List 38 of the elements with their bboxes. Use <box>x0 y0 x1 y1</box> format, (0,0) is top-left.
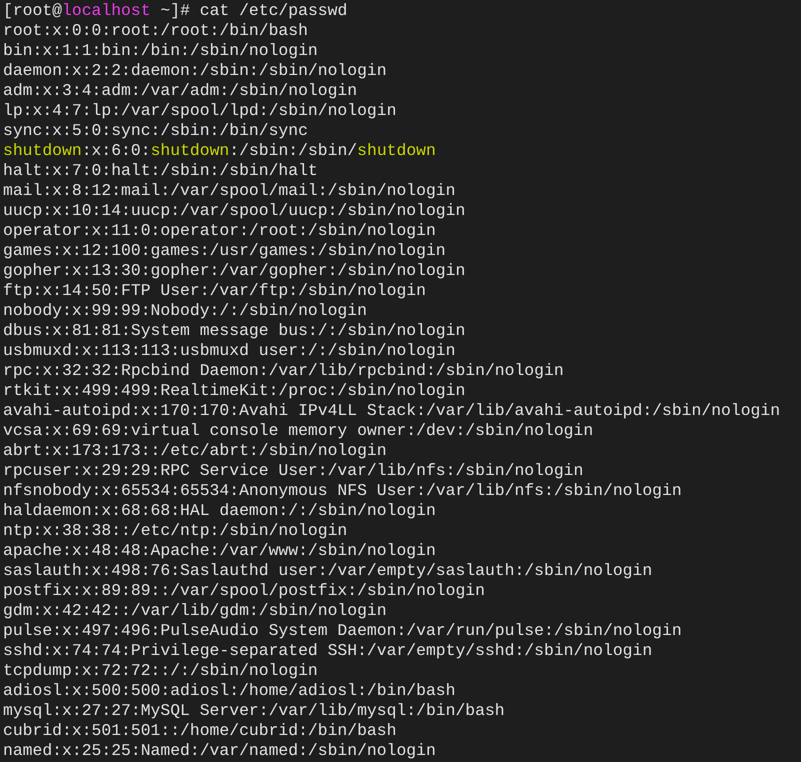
terminal-line: tcpdump:x:72:72::/:/sbin/nologin <box>3 661 318 681</box>
terminal-line: rpcuser:x:29:29:RPC Service User:/var/lib/nfs:/sbin/nologin <box>3 461 584 481</box>
terminal-line: root:x:0:0:root:/root:/bin/bash <box>3 21 308 41</box>
terminal-line: lp:x:4:7:lp:/var/spool/lpd:/sbin/nologin <box>3 101 396 121</box>
terminal-line: postfix:x:89:89::/var/spool/postfix:/sbin/nologin <box>3 581 485 601</box>
terminal-line: nobody:x:99:99:Nobody:/:/sbin/nologin <box>3 301 367 321</box>
terminal-line: adm:x:3:4:adm:/var/adm:/sbin/nologin <box>3 81 358 101</box>
terminal-line: named:x:25:25:Named:/var/named:/sbin/nologin <box>3 741 436 761</box>
terminal-line: rtkit:x:499:499:RealtimeKit:/proc:/sbin/nologin <box>3 381 466 401</box>
terminal-line: pulse:x:497:496:PulseAudio System Daemon:/var/run/pulse:/sbin/nologin <box>3 621 682 641</box>
terminal-line: sshd:x:74:74:Privilege-separated SSH:/var/empty/sshd:/sbin/nologin <box>3 641 652 661</box>
terminal-line: ftp:x:14:50:FTP User:/var/ftp:/sbin/nologin <box>3 281 426 301</box>
terminal-line: abrt:x:173:173::/etc/abrt:/sbin/nologin <box>3 441 387 461</box>
terminal-line: uucp:x:10:14:uucp:/var/spool/uucp:/sbin/nologin <box>3 201 466 221</box>
terminal-line: mysql:x:27:27:MySQL Server:/var/lib/mysql:/bin/bash <box>3 701 505 721</box>
terminal-line: [root@localhost ~]# cat /etc/passwd <box>3 1 348 21</box>
terminal-line: rpc:x:32:32:Rpcbind Daemon:/var/lib/rpcbind:/sbin/nologin <box>3 361 564 381</box>
terminal-line: bin:x:1:1:bin:/bin:/sbin/nologin <box>3 41 318 61</box>
terminal-line: mail:x:8:12:mail:/var/spool/mail:/sbin/nologin <box>3 181 456 201</box>
terminal-line: operator:x:11:0:operator:/root:/sbin/nologin <box>3 221 436 241</box>
terminal-line: avahi-autoipd:x:170:170:Avahi IPv4LL Stack:/var/lib/avahi-autoipd:/sbin/nologin <box>3 401 780 421</box>
terminal-line: cubrid:x:501:501::/home/cubrid:/bin/bash <box>3 721 396 741</box>
terminal-line: usbmuxd:x:113:113:usbmuxd user:/:/sbin/nologin <box>3 341 456 361</box>
terminal-line: sync:x:5:0:sync:/sbin:/bin/sync <box>3 121 308 141</box>
terminal-line: haldaemon:x:68:68:HAL daemon:/:/sbin/nologin <box>3 501 436 521</box>
terminal-line: gopher:x:13:30:gopher:/var/gopher:/sbin/nologin <box>3 261 466 281</box>
terminal-line: nfsnobody:x:65534:65534:Anonymous NFS User:/var/lib/nfs:/sbin/nologin <box>3 481 682 501</box>
terminal-line: apache:x:48:48:Apache:/var/www:/sbin/nologin <box>3 541 436 561</box>
terminal-line: games:x:12:100:games:/usr/games:/sbin/nologin <box>3 241 446 261</box>
terminal-line: daemon:x:2:2:daemon:/sbin:/sbin/nologin <box>3 61 387 81</box>
terminal-line: ntp:x:38:38::/etc/ntp:/sbin/nologin <box>3 521 348 541</box>
terminal-line: shutdown:x:6:0:shutdown:/sbin:/sbin/shutdown <box>3 141 436 161</box>
terminal-line: dbus:x:81:81:System message bus:/:/sbin/nologin <box>3 321 466 341</box>
terminal-line: gdm:x:42:42::/var/lib/gdm:/sbin/nologin <box>3 601 387 621</box>
terminal-line: vcsa:x:69:69:virtual console memory owner:/dev:/sbin/nologin <box>3 421 594 441</box>
terminal-line: halt:x:7:0:halt:/sbin:/sbin/halt <box>3 161 318 181</box>
terminal-line: adiosl:x:500:500:adiosl:/home/adiosl:/bin/bash <box>3 681 456 701</box>
terminal-line: saslauth:x:498:76:Saslauthd user:/var/empty/saslauth:/sbin/nologin <box>3 561 652 581</box>
